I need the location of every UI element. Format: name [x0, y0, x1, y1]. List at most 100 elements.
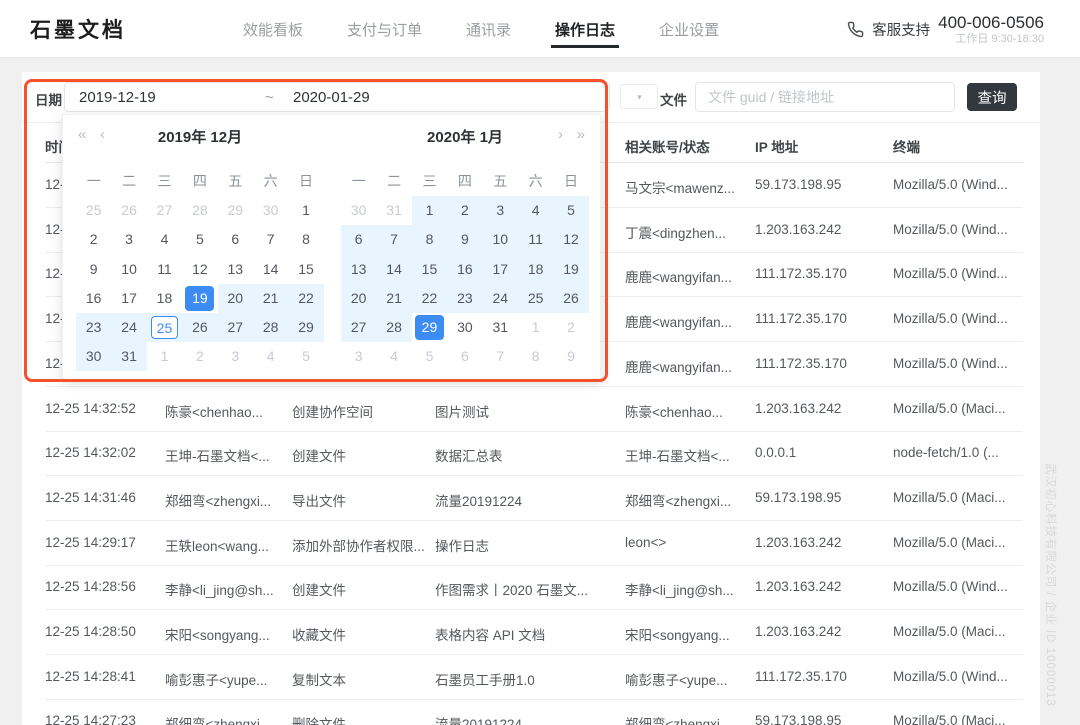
calendar-day[interactable]: 14	[253, 255, 288, 284]
calendar-day[interactable]: 3	[483, 196, 518, 225]
calendar-day[interactable]: 11	[147, 255, 182, 284]
calendar-day[interactable]: 13	[341, 255, 376, 284]
calendar-day[interactable]: 7	[376, 225, 411, 254]
calendar-day[interactable]: 25	[147, 313, 182, 342]
calendar-day[interactable]: 29	[218, 196, 253, 225]
nav-tab[interactable]: 操作日志	[555, 0, 615, 58]
calendar-day[interactable]: 20	[218, 284, 253, 313]
nav-tab[interactable]: 支付与订单	[347, 0, 422, 58]
calendar-day[interactable]: 19	[553, 255, 588, 284]
calendar-day[interactable]: 17	[111, 284, 146, 313]
filter-type-dropdown[interactable]: ▼	[620, 84, 658, 109]
cell-account: 鹿鹿<wangyifan...	[625, 356, 751, 376]
calendar-day[interactable]: 28	[253, 313, 288, 342]
calendar-day[interactable]: 23	[447, 284, 482, 313]
calendar-day[interactable]: 27	[341, 313, 376, 342]
calendar-day[interactable]: 31	[483, 313, 518, 342]
calendar-day[interactable]: 2	[182, 342, 217, 371]
calendar-day[interactable]: 14	[376, 255, 411, 284]
nav-tab[interactable]: 企业设置	[659, 0, 719, 58]
calendar-day[interactable]: 4	[147, 225, 182, 254]
calendar-day[interactable]: 7	[483, 342, 518, 371]
calendar-day[interactable]: 28	[376, 313, 411, 342]
calendar-day[interactable]: 6	[341, 225, 376, 254]
calendar-day[interactable]: 6	[447, 342, 482, 371]
nav-tab[interactable]: 效能看板	[243, 0, 303, 58]
calendar-day[interactable]: 11	[518, 225, 553, 254]
calendar-day[interactable]: 31	[111, 342, 146, 371]
calendar-day[interactable]: 3	[111, 225, 146, 254]
calendar-day[interactable]: 4	[376, 342, 411, 371]
calendar-day[interactable]: 6	[218, 225, 253, 254]
calendar-day[interactable]: 21	[253, 284, 288, 313]
date-range-input[interactable]: 2019-12-19 ~ 2020-01-29	[64, 82, 610, 112]
day-number: 14	[256, 257, 285, 282]
calendar-day[interactable]: 24	[483, 284, 518, 313]
calendar-day[interactable]: 23	[76, 313, 111, 342]
calendar-day[interactable]: 5	[553, 196, 588, 225]
calendar-day[interactable]: 7	[253, 225, 288, 254]
calendar-day[interactable]: 8	[412, 225, 447, 254]
calendar-day[interactable]: 15	[288, 255, 323, 284]
calendar-day[interactable]: 10	[483, 225, 518, 254]
calendar-day[interactable]: 2	[76, 225, 111, 254]
calendar-day[interactable]: 5	[412, 342, 447, 371]
calendar-day[interactable]: 22	[412, 284, 447, 313]
calendar-day[interactable]: 8	[288, 225, 323, 254]
calendar-day[interactable]: 1	[518, 313, 553, 342]
calendar-day[interactable]: 19	[182, 284, 217, 313]
calendar-day[interactable]: 12	[553, 225, 588, 254]
calendar-day[interactable]: 10	[111, 255, 146, 284]
calendar-day[interactable]: 16	[447, 255, 482, 284]
calendar-day[interactable]: 15	[412, 255, 447, 284]
calendar-day[interactable]: 24	[111, 313, 146, 342]
calendar-day[interactable]: 30	[253, 196, 288, 225]
calendar-day[interactable]: 26	[553, 284, 588, 313]
calendar-day[interactable]: 29	[412, 313, 447, 342]
calendar-day[interactable]: 18	[518, 255, 553, 284]
calendar-day[interactable]: 26	[182, 313, 217, 342]
cell-terminal: Mozilla/5.0 (Maci...	[893, 490, 1023, 505]
calendar-day[interactable]: 27	[218, 313, 253, 342]
calendar-day[interactable]: 30	[447, 313, 482, 342]
calendar-day[interactable]: 18	[147, 284, 182, 313]
date-end-value[interactable]: 2020-01-29	[293, 89, 370, 106]
calendar-day[interactable]: 16	[76, 284, 111, 313]
calendar-day[interactable]: 4	[253, 342, 288, 371]
calendar-day[interactable]: 31	[376, 196, 411, 225]
calendar-day[interactable]: 3	[218, 342, 253, 371]
calendar-day[interactable]: 26	[111, 196, 146, 225]
calendar-day[interactable]: 17	[483, 255, 518, 284]
calendar-day[interactable]: 25	[518, 284, 553, 313]
calendar-day[interactable]: 1	[412, 196, 447, 225]
calendar-day[interactable]: 25	[76, 196, 111, 225]
calendar-day[interactable]: 9	[447, 225, 482, 254]
calendar-day[interactable]: 2	[553, 313, 588, 342]
calendar-day[interactable]: 5	[182, 225, 217, 254]
calendar-day[interactable]: 2	[447, 196, 482, 225]
calendar-day[interactable]: 29	[288, 313, 323, 342]
calendar-day[interactable]: 30	[76, 342, 111, 371]
calendar-day[interactable]: 9	[553, 342, 588, 371]
calendar-day[interactable]: 8	[518, 342, 553, 371]
calendar-day[interactable]: 5	[288, 342, 323, 371]
query-button[interactable]: 查询	[967, 83, 1017, 111]
file-guid-input[interactable]	[695, 82, 955, 112]
calendar-day[interactable]: 27	[147, 196, 182, 225]
calendar-day[interactable]: 12	[182, 255, 217, 284]
calendar-day[interactable]: 22	[288, 284, 323, 313]
calendar-day[interactable]: 30	[341, 196, 376, 225]
calendar-day[interactable]: 13	[218, 255, 253, 284]
calendar-day[interactable]: 3	[341, 342, 376, 371]
calendar-day[interactable]: 9	[76, 255, 111, 284]
calendar-day[interactable]: 21	[376, 284, 411, 313]
calendar-day[interactable]: 4	[518, 196, 553, 225]
cell-object: 操作日志	[435, 535, 621, 555]
calendar-day[interactable]: 20	[341, 284, 376, 313]
date-start-value[interactable]: 2019-12-19	[79, 89, 156, 106]
calendar-day[interactable]: 28	[182, 196, 217, 225]
nav-tab[interactable]: 通讯录	[466, 0, 511, 58]
calendar-day[interactable]: 1	[147, 342, 182, 371]
support-label[interactable]: 客服支持	[872, 19, 930, 40]
calendar-day[interactable]: 1	[288, 196, 323, 225]
